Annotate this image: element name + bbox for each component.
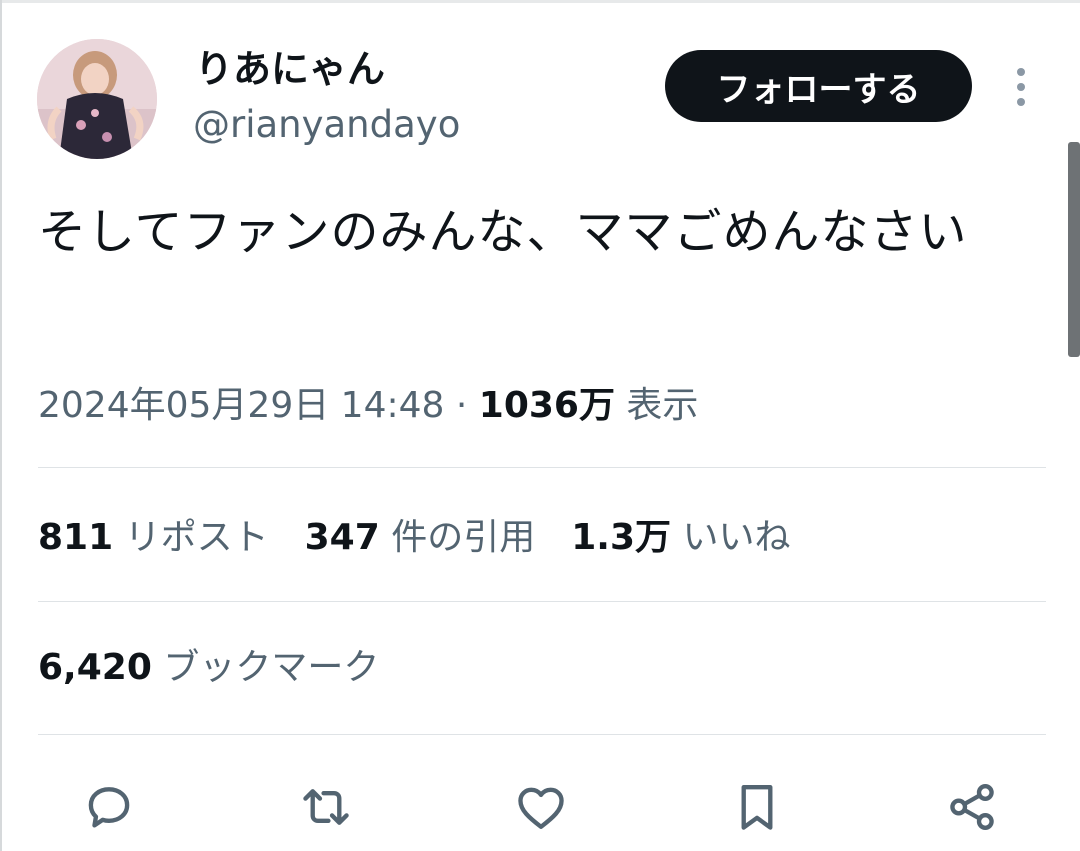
bookmark-icon <box>741 785 773 830</box>
follow-button[interactable]: フォローする <box>665 50 972 122</box>
bookmarks-count: 6,420 <box>38 647 152 688</box>
views-count: 1036万 <box>478 385 615 426</box>
reply-button[interactable] <box>79 777 139 837</box>
quotes-stat[interactable]: 347 件の引用 <box>305 512 536 564</box>
reply-icon <box>88 787 130 828</box>
divider <box>38 601 1046 602</box>
reposts-count: 811 <box>38 517 114 558</box>
likes-label: いいね <box>682 517 791 558</box>
share-icon <box>950 784 994 830</box>
meta-separator: · <box>444 385 479 426</box>
more-vertical-icon <box>1017 68 1025 106</box>
bookmark-button[interactable] <box>727 777 787 837</box>
avatar[interactable] <box>37 39 157 159</box>
bookmarks-label: ブックマーク <box>163 647 380 688</box>
engagement-stats: 811 リポスト 347 件の引用 1.3万 いいね <box>38 512 827 564</box>
bookmarks-stat[interactable]: 6,420 ブックマーク <box>38 642 379 694</box>
quotes-count: 347 <box>304 517 380 558</box>
reposts-stat[interactable]: 811 リポスト <box>38 512 269 564</box>
tweet-meta: 2024年05月29日 14:48 · 1036万 表示 <box>38 380 698 432</box>
display-name[interactable]: りあにゃん <box>195 44 385 94</box>
more-options-button[interactable] <box>1004 60 1038 116</box>
heart-icon <box>518 787 564 829</box>
likes-stat[interactable]: 1.3万 いいね <box>571 512 790 564</box>
scrollbar[interactable] <box>1068 142 1080 357</box>
user-handle[interactable]: @rianyandayo <box>193 100 460 150</box>
quotes-label: 件の引用 <box>391 517 536 558</box>
like-button[interactable] <box>511 777 571 837</box>
repost-icon <box>303 789 349 825</box>
views-label: 表示 <box>614 385 699 426</box>
likes-count: 1.3万 <box>571 517 672 558</box>
share-button[interactable] <box>942 777 1002 837</box>
divider <box>38 734 1046 735</box>
left-border <box>0 0 2 851</box>
top-border <box>0 0 1080 3</box>
repost-button[interactable] <box>296 777 356 837</box>
divider <box>38 467 1046 468</box>
timestamp[interactable]: 2024年05月29日 14:48 <box>38 385 444 426</box>
tweet-text: そしてファンのみんな、ママごめんなさい <box>38 204 968 260</box>
reposts-label: リポスト <box>124 517 269 558</box>
